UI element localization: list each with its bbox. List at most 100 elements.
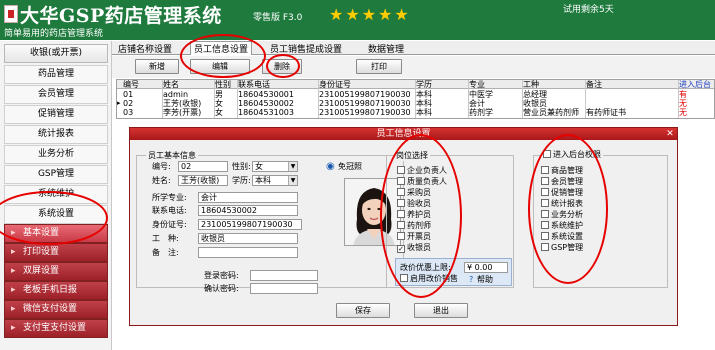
- idcard-field[interactable]: 231005199807190030: [198, 219, 302, 230]
- permission-checkbox[interactable]: 系统维护: [541, 221, 583, 231]
- position-checkbox[interactable]: 药剂师: [397, 221, 431, 231]
- sidebar-item-dual-screen[interactable]: 双屏设置: [4, 262, 108, 281]
- sidebar-item-reports[interactable]: 统计报表: [4, 125, 108, 144]
- sidebar-item-drug-management[interactable]: 药品管理: [4, 65, 108, 84]
- permission-checkbox[interactable]: 业务分析: [541, 210, 583, 220]
- position-checkbox[interactable]: 质量负责人: [397, 177, 447, 187]
- permission-checkbox-label: 促销管理: [551, 188, 583, 197]
- save-button[interactable]: 保存: [336, 303, 390, 318]
- column-header-backend: 进入后台: [679, 80, 711, 89]
- position-checkbox[interactable]: 采购员: [397, 188, 431, 198]
- sidebar-item-member-management[interactable]: 会员管理: [4, 85, 108, 104]
- sidebar: 收银(或开票) 药品管理 会员管理 促销管理 统计报表 业务分析 GSP管理 系…: [0, 41, 112, 350]
- education-select[interactable]: 本科 ▼: [252, 175, 298, 186]
- tab-store-name[interactable]: 店铺名称设置: [118, 42, 172, 55]
- position-checkbox-label: 开票员: [407, 232, 431, 241]
- position-checkbox[interactable]: 开票员: [397, 232, 431, 242]
- cell-phone: 18604530002: [238, 99, 294, 108]
- sidebar-item-boss-report[interactable]: 老板手机日报: [4, 281, 108, 300]
- sidebar-item-gsp[interactable]: GSP管理: [4, 165, 108, 184]
- checkbox-box: ✓: [397, 245, 405, 253]
- table-row[interactable]: 01 admin 男 18604530001 23100519980719003…: [117, 90, 714, 99]
- exit-button[interactable]: 退出: [414, 303, 468, 318]
- remark-label: 备 注:: [152, 248, 179, 257]
- new-button[interactable]: 新增: [135, 59, 179, 74]
- phone-field[interactable]: 18604530002: [198, 205, 298, 216]
- sidebar-item-promotion[interactable]: 促销管理: [4, 105, 108, 124]
- cell-id: 03: [123, 108, 134, 117]
- permission-checkbox[interactable]: 系统设置: [541, 232, 583, 242]
- delete-button[interactable]: 删除: [262, 59, 302, 74]
- app-header: 大华GSP药店管理系统 零售版 F3.0 ★★★★★ 简单易用的药店管理系统 试…: [0, 0, 715, 40]
- camera-icon[interactable]: ◉: [326, 161, 335, 172]
- photo-button-label[interactable]: 免冠照: [338, 161, 362, 172]
- sidebar-item-wechat-pay[interactable]: 微信支付设置: [4, 300, 108, 319]
- gender-select[interactable]: 女 ▼: [252, 161, 298, 172]
- print-button[interactable]: 打印: [356, 59, 402, 74]
- checkbox-box: [541, 243, 549, 251]
- gender-value: 女: [255, 162, 263, 171]
- column-header-gender: 性别: [215, 80, 231, 89]
- position-checkbox[interactable]: 验收员: [397, 199, 431, 209]
- position-checkbox[interactable]: 企业负责人: [397, 166, 447, 176]
- cell-idcard: 231005199807190030: [319, 108, 411, 117]
- edit-button[interactable]: 编辑: [190, 59, 250, 74]
- sidebar-item-print-settings[interactable]: 打印设置: [4, 243, 108, 262]
- cell-job: 总经理: [523, 90, 547, 99]
- permission-checkbox[interactable]: 统计报表: [541, 199, 583, 209]
- tab-employee-info[interactable]: 员工信息设置: [190, 41, 253, 55]
- job-field[interactable]: 收银员: [198, 233, 298, 244]
- discount-limit-field[interactable]: ¥ 0.00: [464, 262, 508, 273]
- checkbox-box: [541, 232, 549, 240]
- position-checkbox-label: 收银员: [407, 243, 431, 252]
- permission-checkbox-label: 业务分析: [551, 210, 583, 219]
- checkbox-box: [400, 274, 408, 282]
- cell-gender: 男: [215, 90, 223, 99]
- confirm-password-label: 确认密码:: [204, 284, 239, 293]
- trial-notice: 试用剩余5天: [563, 5, 614, 15]
- backend-access-checkbox[interactable]: 进入后台权限: [541, 150, 603, 160]
- cell-backend: 无: [679, 99, 687, 108]
- edition-label: 零售版 F3.0: [253, 13, 303, 23]
- id-field[interactable]: 02: [178, 161, 228, 172]
- permission-checkbox-label: 系统维护: [551, 221, 583, 230]
- sidebar-item-maintenance[interactable]: 系统维护: [4, 185, 108, 204]
- close-icon[interactable]: [665, 129, 675, 139]
- enable-discount-checkbox[interactable]: 启用改价销售: [400, 274, 458, 284]
- sidebar-item-alipay[interactable]: 支付宝支付设置: [4, 319, 108, 338]
- cell-remark: 有药师证书: [586, 108, 626, 117]
- tab-sales-commission[interactable]: 员工销售提成设置: [270, 42, 342, 55]
- sidebar-item-system-settings[interactable]: 系统设置: [4, 205, 108, 224]
- table-row[interactable]: ▸ 02 王芳(收银) 女 18604530002 23100519980719…: [117, 99, 714, 108]
- table-row[interactable]: 03 李芳(开票) 女 18604531003 2310051998071900…: [117, 108, 714, 117]
- grid-line: [415, 80, 416, 118]
- idcard-label: 身份证号:: [152, 220, 187, 229]
- help-link[interactable]: 帮助: [477, 274, 493, 285]
- permission-checkbox[interactable]: 促销管理: [541, 188, 583, 198]
- column-header-remark: 备注: [586, 80, 602, 89]
- employee-info-dialog: 员工信息设置 员工基本信息 编号: 02 性别: 女▼ ◉ 免冠照 姓名: 王芳…: [129, 127, 678, 326]
- help-icon[interactable]: ?: [469, 274, 473, 285]
- position-checkbox[interactable]: 养护员: [397, 210, 431, 220]
- column-header-name: 姓名: [163, 80, 179, 89]
- sidebar-item-basic-settings[interactable]: 基本设置: [4, 224, 108, 243]
- job-label: 工 种:: [152, 234, 179, 243]
- major-field[interactable]: 会计: [198, 192, 298, 203]
- permission-checkbox[interactable]: 商品管理: [541, 166, 583, 176]
- name-field[interactable]: 王芳(收银): [178, 175, 228, 186]
- position-checkbox-label: 药剂师: [407, 221, 431, 230]
- sidebar-item-checkout[interactable]: 收银(或开票): [4, 44, 108, 63]
- gender-label: 性别:: [232, 162, 251, 171]
- tab-data-management[interactable]: 数据管理: [368, 42, 404, 55]
- app-logo: [4, 5, 18, 23]
- confirm-password-field[interactable]: [250, 283, 318, 294]
- position-checkbox[interactable]: ✓ 收银员: [397, 243, 431, 253]
- position-group-label: 岗位选择: [394, 150, 430, 161]
- checkbox-box: [541, 166, 549, 174]
- remark-field[interactable]: [198, 247, 298, 258]
- checkbox-box: [397, 221, 405, 229]
- permission-checkbox[interactable]: 会员管理: [541, 177, 583, 187]
- sidebar-item-analysis[interactable]: 业务分析: [4, 145, 108, 164]
- permission-checkbox[interactable]: GSP管理: [541, 243, 583, 253]
- login-password-field[interactable]: [250, 270, 318, 281]
